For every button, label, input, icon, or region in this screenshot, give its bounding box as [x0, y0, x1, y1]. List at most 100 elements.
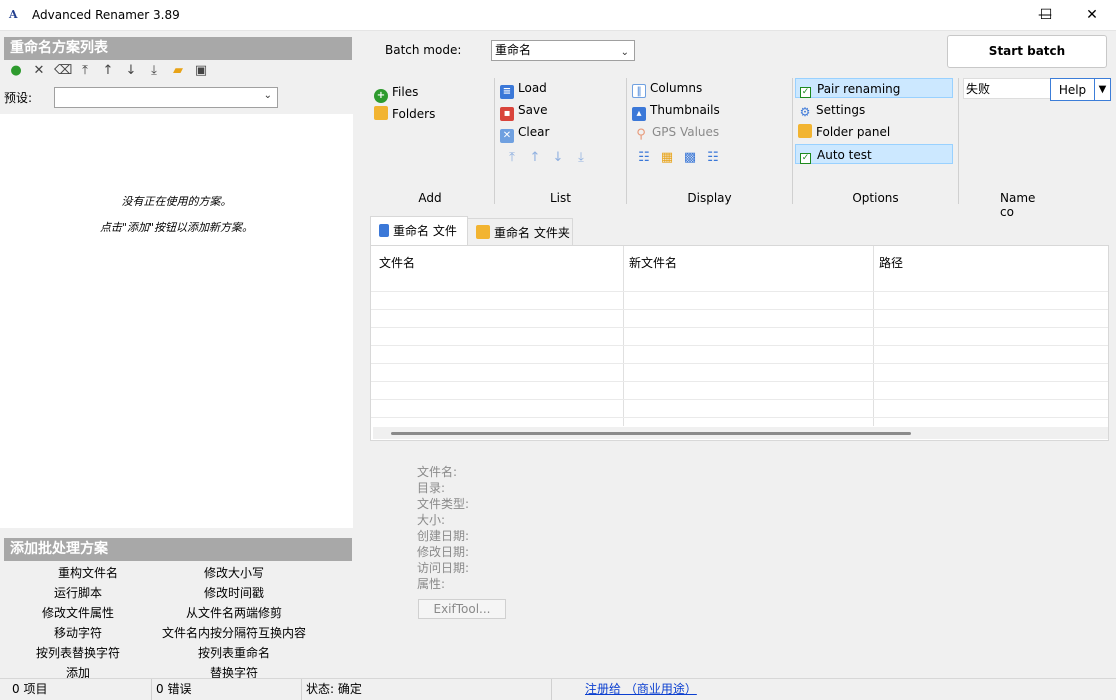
folder-icon	[476, 225, 490, 239]
add-folders-label: Folders	[392, 107, 436, 121]
move-bottom-icon[interactable]: ⤓	[146, 63, 162, 79]
column-header-new-filename[interactable]: 新文件名	[621, 246, 871, 291]
settings-button[interactable]: ⚙ Settings	[798, 100, 866, 120]
clear-icon: ✕	[500, 129, 514, 143]
group-label-name-column: Name co	[1000, 191, 1036, 219]
maximize-button[interactable]: ☐	[1023, 0, 1069, 31]
file-list-table[interactable]: 文件名 新文件名 路径	[370, 245, 1109, 441]
columns-button[interactable]: ‖ Columns	[632, 78, 702, 98]
method-item[interactable]: 按列表替换字符	[0, 643, 166, 663]
checkbox-checked-icon: ✓	[800, 87, 811, 98]
remove-method-icon[interactable]: ✕	[31, 63, 47, 79]
preset-select[interactable]: ⌄	[54, 87, 278, 108]
auto-test-label: Auto test	[817, 148, 872, 162]
folder-panel-button[interactable]: Folder panel	[798, 122, 890, 142]
move-top-icon[interactable]: ⤒	[504, 150, 520, 166]
list-load-icon: ≡	[500, 85, 514, 99]
status-state: 状态: 确定	[302, 679, 552, 700]
settings-label: Settings	[816, 103, 866, 117]
group-label-options: Options	[852, 191, 899, 205]
window-title: Advanced Renamer 3.89	[32, 8, 180, 22]
add-files-button[interactable]: + Files	[374, 82, 419, 103]
table-row	[371, 381, 1108, 382]
checkbox-checked-icon: ✓	[800, 153, 811, 164]
status-bar: 0 项目 0 错误 状态: 确定 注册给 （商业用途）	[0, 678, 1116, 700]
separator	[626, 78, 627, 204]
column-header-path[interactable]: 路径	[871, 246, 1108, 291]
separator	[792, 78, 793, 204]
save-button[interactable]: ▪ Save	[500, 100, 548, 121]
help-button[interactable]: Help	[1050, 78, 1095, 101]
exiftool-button[interactable]: ExifTool...	[418, 599, 506, 619]
table-row	[371, 291, 1108, 292]
method-item[interactable]: 修改时间戳	[146, 583, 322, 603]
folder-icon	[798, 124, 812, 138]
view-list-icon[interactable]: ☷	[636, 150, 652, 166]
register-link[interactable]: 注册给 （商业用途）	[585, 682, 697, 696]
auto-test-toggle[interactable]: ✓ Auto test	[795, 144, 953, 164]
detail-label-size: 大小:	[417, 513, 446, 527]
save-preset-icon[interactable]: ▣	[193, 63, 209, 79]
method-item[interactable]: 运行脚本	[0, 583, 166, 603]
start-batch-button[interactable]: Start batch	[947, 35, 1107, 68]
columns-icon: ‖	[632, 84, 646, 98]
move-top-icon[interactable]: ⤒	[77, 63, 93, 79]
name-column-input[interactable]: 失败	[963, 78, 1051, 99]
tab-rename-files-label: 重命名 文件	[393, 224, 457, 238]
method-item[interactable]: 修改大小写	[146, 563, 322, 583]
group-label-list: List	[550, 191, 571, 205]
method-item[interactable]: 按列表重命名	[146, 643, 322, 663]
move-down-icon[interactable]: ↓	[123, 63, 139, 79]
table-row	[371, 417, 1108, 418]
save-icon: ▪	[500, 107, 514, 121]
help-dropdown-icon[interactable]: ▼	[1094, 78, 1111, 101]
method-item[interactable]: 替换字符	[146, 663, 322, 678]
move-down-icon[interactable]: ↓	[550, 150, 566, 166]
preset-label: 预设:	[4, 91, 33, 105]
view-details-icon[interactable]: ▦	[659, 150, 675, 166]
batch-mode-value: 重命名	[495, 43, 532, 57]
thumbnails-button[interactable]: ▴ Thumbnails	[632, 100, 720, 121]
empty-message-line2: 点击"添加"按钮以添加新方案。	[99, 221, 254, 234]
thumbnails-icon: ▴	[632, 107, 646, 121]
folder-panel-label: Folder panel	[816, 125, 891, 139]
tab-rename-folders-label: 重命名 文件夹	[494, 226, 570, 240]
register-info[interactable]: 注册给 （商业用途）	[581, 679, 697, 700]
scrollbar-thumb[interactable]	[391, 432, 911, 435]
status-error-count: 0 错误	[152, 679, 302, 700]
clear-methods-icon[interactable]: ⌫	[54, 63, 72, 79]
method-item[interactable]: 从文件名两端修剪	[146, 603, 322, 623]
pair-renaming-toggle[interactable]: ✓ Pair renaming	[795, 78, 953, 98]
add-folders-button[interactable]: Folders	[374, 104, 435, 124]
horizontal-scrollbar[interactable]	[373, 427, 1108, 439]
empty-message-line1: 没有正在使用的方案。	[121, 195, 232, 208]
batch-mode-select[interactable]: 重命名 ⌄	[491, 40, 635, 61]
save-label: Save	[518, 103, 548, 117]
column-header-filename[interactable]: 文件名	[371, 246, 623, 291]
app-logo-icon: A	[9, 8, 18, 21]
table-row	[371, 309, 1108, 310]
add-method-icon[interactable]: ●	[8, 63, 24, 79]
view-grid-icon[interactable]: ☷	[705, 150, 721, 166]
view-tiles-icon[interactable]: ▩	[682, 150, 698, 166]
move-bottom-icon[interactable]: ⤓	[573, 150, 589, 166]
load-button[interactable]: ≡ Load	[500, 78, 547, 99]
table-row	[371, 363, 1108, 364]
gps-values-button[interactable]: ⚲ GPS Values	[634, 122, 719, 142]
method-item[interactable]: 添加	[0, 663, 166, 678]
method-item[interactable]: 修改文件属性	[0, 603, 166, 623]
method-item[interactable]: 移动字符	[0, 623, 166, 643]
method-list-panel[interactable]: 没有正在使用的方案。 点击"添加"按钮以添加新方案。	[0, 114, 353, 528]
table-row	[371, 399, 1108, 400]
tab-rename-files[interactable]: 重命名 文件	[370, 216, 468, 247]
tab-rename-folders[interactable]: 重命名 文件夹	[467, 218, 573, 245]
method-item[interactable]: 文件名内按分隔符互换内容	[146, 623, 322, 643]
move-up-icon[interactable]: ↑	[527, 150, 543, 166]
close-button[interactable]: ✕	[1069, 0, 1115, 31]
open-preset-icon[interactable]: ▰	[170, 63, 186, 79]
move-up-icon[interactable]: ↑	[100, 63, 116, 79]
batch-methods-header: 添加批处理方案	[4, 538, 352, 561]
add-files-label: Files	[392, 85, 419, 99]
method-list-header: 重命名方案列表	[4, 37, 352, 60]
clear-button[interactable]: ✕ Clear	[500, 122, 549, 143]
